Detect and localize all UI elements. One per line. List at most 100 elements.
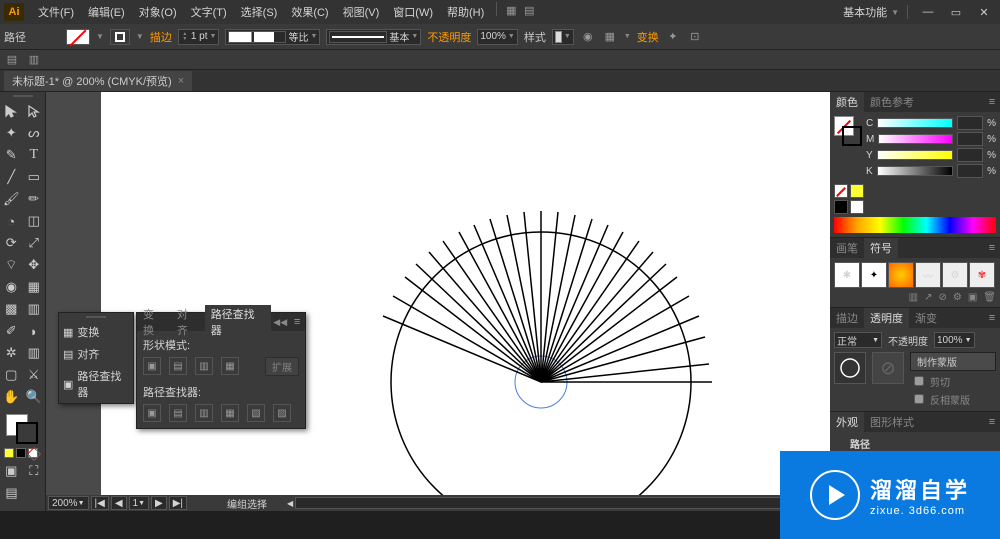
stroke-profile[interactable]: 基本▼: [326, 29, 421, 45]
white-swatch[interactable]: [850, 200, 864, 214]
opacity-link[interactable]: 不透明度: [427, 29, 471, 45]
tool-gradient[interactable]: ▥: [23, 298, 46, 320]
symbol-4[interactable]: 〰: [915, 262, 941, 288]
sym-lib-icon[interactable]: ▥: [909, 292, 918, 303]
pf-trim[interactable]: ▤: [169, 404, 187, 422]
pf-minus-front[interactable]: ▤: [169, 357, 187, 375]
slider-y[interactable]: [877, 150, 953, 160]
stroke-link[interactable]: 描边: [150, 29, 172, 45]
artboard-next[interactable]: ▶: [151, 496, 167, 510]
tool-symbol-spray[interactable]: ✲: [0, 342, 23, 364]
tool-hand[interactable]: ✋: [0, 386, 23, 408]
tool-type[interactable]: T: [23, 144, 46, 166]
toolbox-grip[interactable]: [0, 92, 45, 100]
tool-shape-builder[interactable]: ◉: [0, 276, 23, 298]
opacity-value[interactable]: 100%▼: [477, 29, 518, 45]
tab-brush[interactable]: 画笔: [830, 238, 864, 258]
symbol-2[interactable]: ✦: [861, 262, 887, 288]
pf-crop[interactable]: ▦: [221, 404, 239, 422]
tool-graph[interactable]: ▥: [23, 342, 46, 364]
val-c[interactable]: [957, 116, 983, 130]
op-value[interactable]: 100%▼: [934, 332, 975, 348]
dock-tab-transform[interactable]: 变换: [77, 324, 99, 340]
pf-divide[interactable]: ▣: [143, 404, 161, 422]
stroke-dash[interactable]: 等比▼: [225, 29, 320, 45]
tab-color[interactable]: 颜色: [830, 92, 864, 112]
tool-line[interactable]: ╱: [0, 166, 23, 188]
sym-break-icon[interactable]: ⊘: [938, 292, 946, 303]
tool-width[interactable]: ⌔: [0, 254, 23, 276]
tool-mesh[interactable]: ▩: [0, 298, 23, 320]
artboard-first[interactable]: |◀: [91, 496, 109, 510]
symbol-6[interactable]: ✾: [969, 262, 995, 288]
pf-exclude[interactable]: ▦: [221, 357, 239, 375]
workspace-switcher[interactable]: 基本功能: [843, 4, 887, 20]
tab-gradient[interactable]: 渐变: [909, 308, 943, 328]
window-restore[interactable]: ▭: [944, 4, 968, 20]
blend-mode-combo[interactable]: 正常▼: [834, 332, 882, 348]
artboard-num[interactable]: 1 ▼: [129, 496, 150, 510]
tool-pencil[interactable]: ✏: [23, 188, 46, 210]
val-m[interactable]: [957, 132, 983, 146]
menu-object[interactable]: 对象(O): [133, 2, 183, 22]
val-k[interactable]: [957, 164, 983, 178]
tool-rotate[interactable]: ⟳: [0, 232, 23, 254]
fill-swatch[interactable]: [66, 29, 90, 45]
tool-artboard[interactable]: ▢: [0, 364, 23, 386]
none-swatch[interactable]: [834, 184, 848, 198]
tool-blob[interactable]: ◔: [0, 210, 23, 232]
slider-m[interactable]: [878, 134, 953, 144]
sym-place-icon[interactable]: ↗: [924, 292, 932, 303]
panel-menu-icon[interactable]: ≡: [984, 416, 1000, 428]
pf-menu-icon[interactable]: ≡: [289, 316, 305, 328]
spectrum-bar[interactable]: [834, 217, 996, 233]
window-minimize[interactable]: —: [916, 4, 940, 20]
color-mode-mini[interactable]: [0, 446, 45, 460]
slider-c[interactable]: [877, 118, 953, 128]
symbol-3[interactable]: [888, 262, 914, 288]
stroke-weight[interactable]: 1 pt▼: [178, 29, 220, 45]
tab-color-guide[interactable]: 颜色参考: [864, 92, 920, 112]
panel-menu-icon[interactable]: ≡: [984, 242, 1000, 254]
doc-icon[interactable]: ▤: [521, 2, 537, 18]
tool-pen[interactable]: ✎: [0, 144, 23, 166]
clip-checkbox[interactable]: [914, 376, 924, 386]
isolate-icon[interactable]: ✦: [665, 29, 681, 45]
tab-symbol[interactable]: 符号: [864, 238, 898, 258]
menu-type[interactable]: 文字(T): [185, 2, 233, 22]
tool-draw-behind[interactable]: ▤: [0, 482, 23, 504]
floating-dock-collapsed[interactable]: ▦变换 ▤对齐 ▣路径查找器: [58, 312, 134, 404]
artboard-last[interactable]: ▶|: [169, 496, 187, 510]
pf-tab-pathfinder[interactable]: 路径查找器: [205, 305, 272, 339]
symbol-1[interactable]: ✱: [834, 262, 860, 288]
tool-magic-wand[interactable]: ✦: [0, 122, 23, 144]
black-swatch[interactable]: [834, 200, 848, 214]
mask-thumb[interactable]: ⊘: [872, 352, 904, 384]
pf-intersect[interactable]: ▥: [195, 357, 213, 375]
tool-eraser[interactable]: ◫: [23, 210, 46, 232]
sym-new-icon[interactable]: ▣: [968, 292, 977, 303]
menu-view[interactable]: 视图(V): [337, 2, 386, 22]
canvas-viewport[interactable]: ▦变换 ▤对齐 ▣路径查找器 变换 对齐 路径查找器 ◀◀ ≡ 形状模式: ▣: [46, 92, 830, 495]
tool-zoom[interactable]: 🔍: [23, 386, 46, 408]
tool-selection[interactable]: [0, 100, 23, 122]
tool-blend[interactable]: ◗: [23, 320, 46, 342]
hscrollbar[interactable]: [295, 497, 822, 509]
tab-close-icon[interactable]: ×: [178, 75, 184, 87]
transform-link[interactable]: 变换: [637, 29, 659, 45]
tab-transparency[interactable]: 透明度: [864, 308, 909, 328]
zoom-combo[interactable]: 200% ▼: [48, 496, 89, 510]
pref-icon[interactable]: ▥: [26, 52, 42, 68]
tool-rectangle[interactable]: ▭: [23, 166, 46, 188]
document-tab[interactable]: 未标题-1* @ 200% (CMYK/预览) ×: [4, 71, 192, 91]
align-icon[interactable]: ▦: [602, 29, 618, 45]
dock-tab-align[interactable]: 对齐: [77, 346, 99, 362]
yellow-swatch[interactable]: [850, 184, 864, 198]
menu-select[interactable]: 选择(S): [235, 2, 284, 22]
menu-window[interactable]: 窗口(W): [387, 2, 439, 22]
object-thumb[interactable]: [834, 352, 866, 384]
panel-menu-icon[interactable]: ≡: [984, 312, 1000, 324]
menu-file[interactable]: 文件(F): [32, 2, 80, 22]
tool-lasso[interactable]: ᔕ: [23, 122, 46, 144]
recolor-icon[interactable]: ◉: [580, 29, 596, 45]
